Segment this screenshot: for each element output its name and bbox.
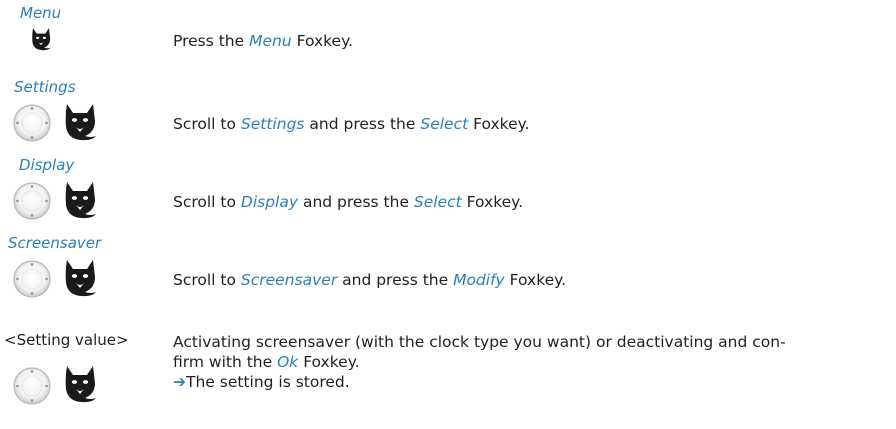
step-text-mid: and press the <box>304 115 421 133</box>
step-text-post: Foxkey. <box>504 271 567 289</box>
foxkey-icon <box>62 363 98 403</box>
step-text-post: Foxkey. <box>468 115 530 133</box>
key-label-display: Display <box>19 156 75 174</box>
step-text-pre: Scroll to <box>173 271 241 289</box>
step-text-post: Foxkey. <box>291 32 353 50</box>
step-term: Display <box>240 193 299 211</box>
foxkey-icon <box>62 101 98 141</box>
step-text-pre: Press the <box>173 32 250 50</box>
step-text-pre: Scroll to <box>173 193 241 211</box>
step-text-post: Foxkey. <box>298 353 360 371</box>
step-5-line-1: Activating screensaver (with the clock t… <box>173 333 786 351</box>
step-term: Settings <box>240 115 305 133</box>
step-foxkey-name: Ok <box>277 353 299 371</box>
step-term: Screensaver <box>240 271 338 289</box>
step-2-text: Scroll to Settings and press the Select … <box>173 114 530 134</box>
foxkey-icon <box>30 26 52 51</box>
navigation-key-icon <box>12 103 52 143</box>
step-foxkey-name: Select <box>420 115 469 133</box>
step-text-post: Foxkey. <box>461 193 524 211</box>
navigation-key-icon <box>12 366 52 406</box>
arrow-right-icon: ➔ <box>173 373 186 391</box>
step-text-pre: Scroll to <box>173 115 241 133</box>
step-3-text: Scroll to Display and press the Select F… <box>173 192 523 212</box>
key-label-menu: Menu <box>20 4 62 22</box>
step-term: Menu <box>249 32 292 50</box>
foxkey-icon <box>62 257 98 297</box>
key-label-settings: Settings <box>14 78 76 96</box>
step-4-text: Scroll to Screensaver and press the Modi… <box>173 270 566 290</box>
key-label-setting-value: <Setting value> <box>4 331 129 349</box>
step-5-line-2: firm with the Ok Foxkey. <box>173 352 786 372</box>
step-5-text: Activating screensaver (with the clock t… <box>173 332 786 392</box>
step-foxkey-name: Select <box>413 193 462 211</box>
step-text-mid: and press the <box>337 271 454 289</box>
step-foxkey-name: Modify <box>453 271 505 289</box>
navigation-key-icon <box>12 259 52 299</box>
step-5-result: ➔The setting is stored. <box>173 372 786 392</box>
navigation-key-icon <box>12 181 52 221</box>
key-label-screensaver: Screensaver <box>8 234 102 252</box>
step-text-pre: firm with the <box>173 353 278 371</box>
step-1-text: Press the Menu Foxkey. <box>173 31 353 51</box>
step-text-mid: and press the <box>298 193 414 211</box>
result-text: The setting is stored. <box>186 373 350 391</box>
foxkey-icon <box>62 179 98 219</box>
